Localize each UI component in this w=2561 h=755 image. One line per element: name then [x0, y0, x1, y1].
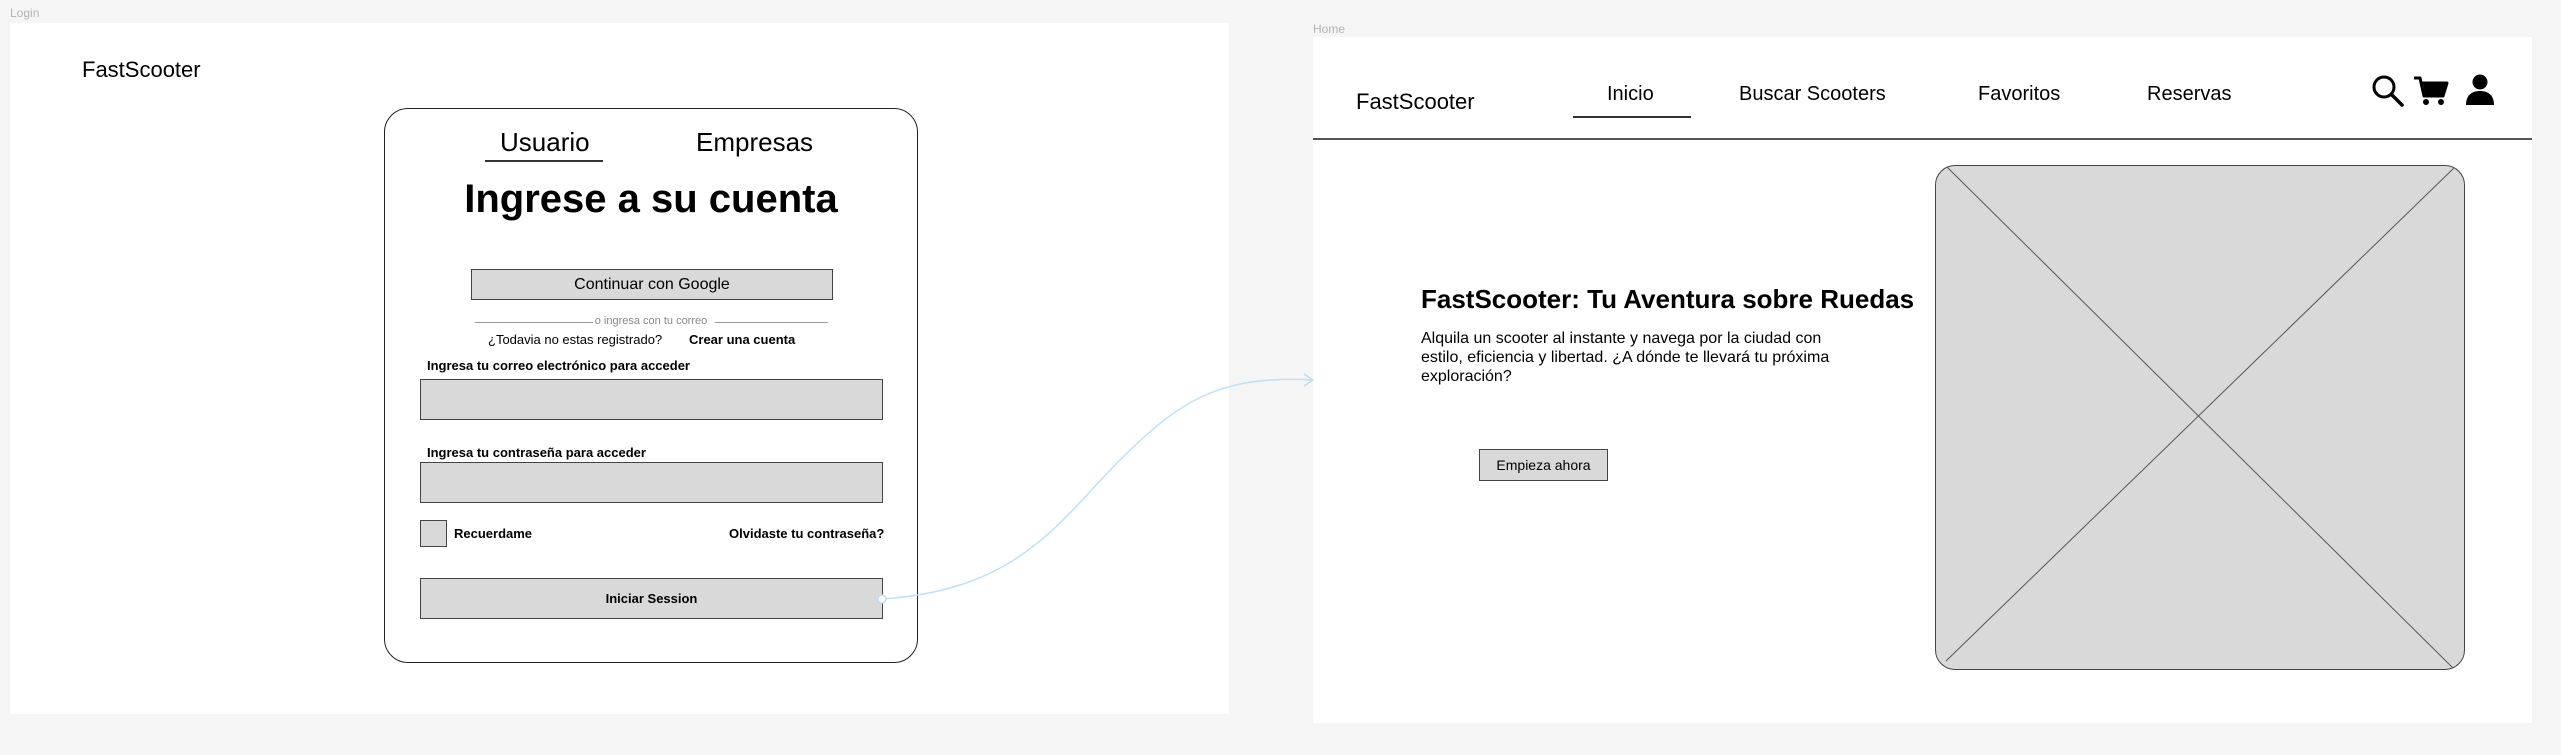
tab-usuario-underline — [485, 160, 603, 162]
home-frame-label: Home — [1313, 22, 1346, 36]
cart-icon[interactable] — [2413, 75, 2449, 107]
divider-right — [715, 322, 828, 323]
divider-text: o ingresa con tu correo — [594, 315, 708, 327]
hero-text: Alquila un scooter al instante y navega … — [1421, 330, 1830, 385]
nav-favoritos[interactable]: Favoritos — [1978, 83, 2060, 106]
login-card: Usuario Empresas Ingrese a su cuenta Con… — [384, 108, 918, 663]
google-login-button[interactable]: Continuar con Google — [471, 269, 833, 300]
register-prompt: ¿Todavia no estas registrado? — [488, 332, 663, 347]
header-divider — [1313, 138, 2532, 140]
user-icon[interactable] — [2465, 74, 2495, 106]
home-logo: FastScooter — [1356, 89, 1475, 114]
remember-checkbox[interactable] — [420, 520, 447, 547]
hero-image-placeholder — [1935, 165, 2465, 670]
email-field[interactable] — [420, 379, 883, 420]
login-frame-label: Login — [10, 6, 40, 20]
password-field[interactable] — [420, 462, 883, 503]
remember-label: Recuerdame — [454, 526, 533, 541]
nav-buscar-scooters[interactable]: Buscar Scooters — [1739, 83, 1886, 106]
login-title: Ingrese a su cuenta — [464, 177, 838, 221]
tab-empresas[interactable]: Empresas — [696, 127, 813, 158]
nav-inicio-underline — [1573, 116, 1691, 118]
create-account-link[interactable]: Crear una cuenta — [689, 332, 795, 347]
email-label: Ingresa tu correo electrónico para acced… — [427, 358, 690, 373]
login-submit-button[interactable]: Iniciar Session — [420, 578, 883, 619]
forgot-password-link[interactable]: Olvidaste tu contraseña? — [729, 526, 884, 541]
login-logo: FastScooter — [82, 57, 201, 82]
tab-usuario[interactable]: Usuario — [500, 127, 590, 158]
password-label: Ingresa tu contraseña para acceder — [427, 445, 646, 460]
login-frame: FastScooter Usuario Empresas Ingrese a s… — [10, 23, 1229, 714]
image-placeholder-cross — [1945, 166, 2457, 669]
search-icon[interactable] — [2371, 74, 2405, 108]
hero-title: FastScooter: Tu Aventura sobre Ruedas — [1421, 284, 1915, 314]
nav-reservas[interactable]: Reservas — [2147, 83, 2231, 106]
nav-inicio[interactable]: Inicio — [1607, 83, 1654, 106]
cta-button[interactable]: Empieza ahora — [1479, 449, 1608, 481]
home-frame: FastScooter Inicio Buscar Scooters Favor… — [1313, 37, 2532, 723]
